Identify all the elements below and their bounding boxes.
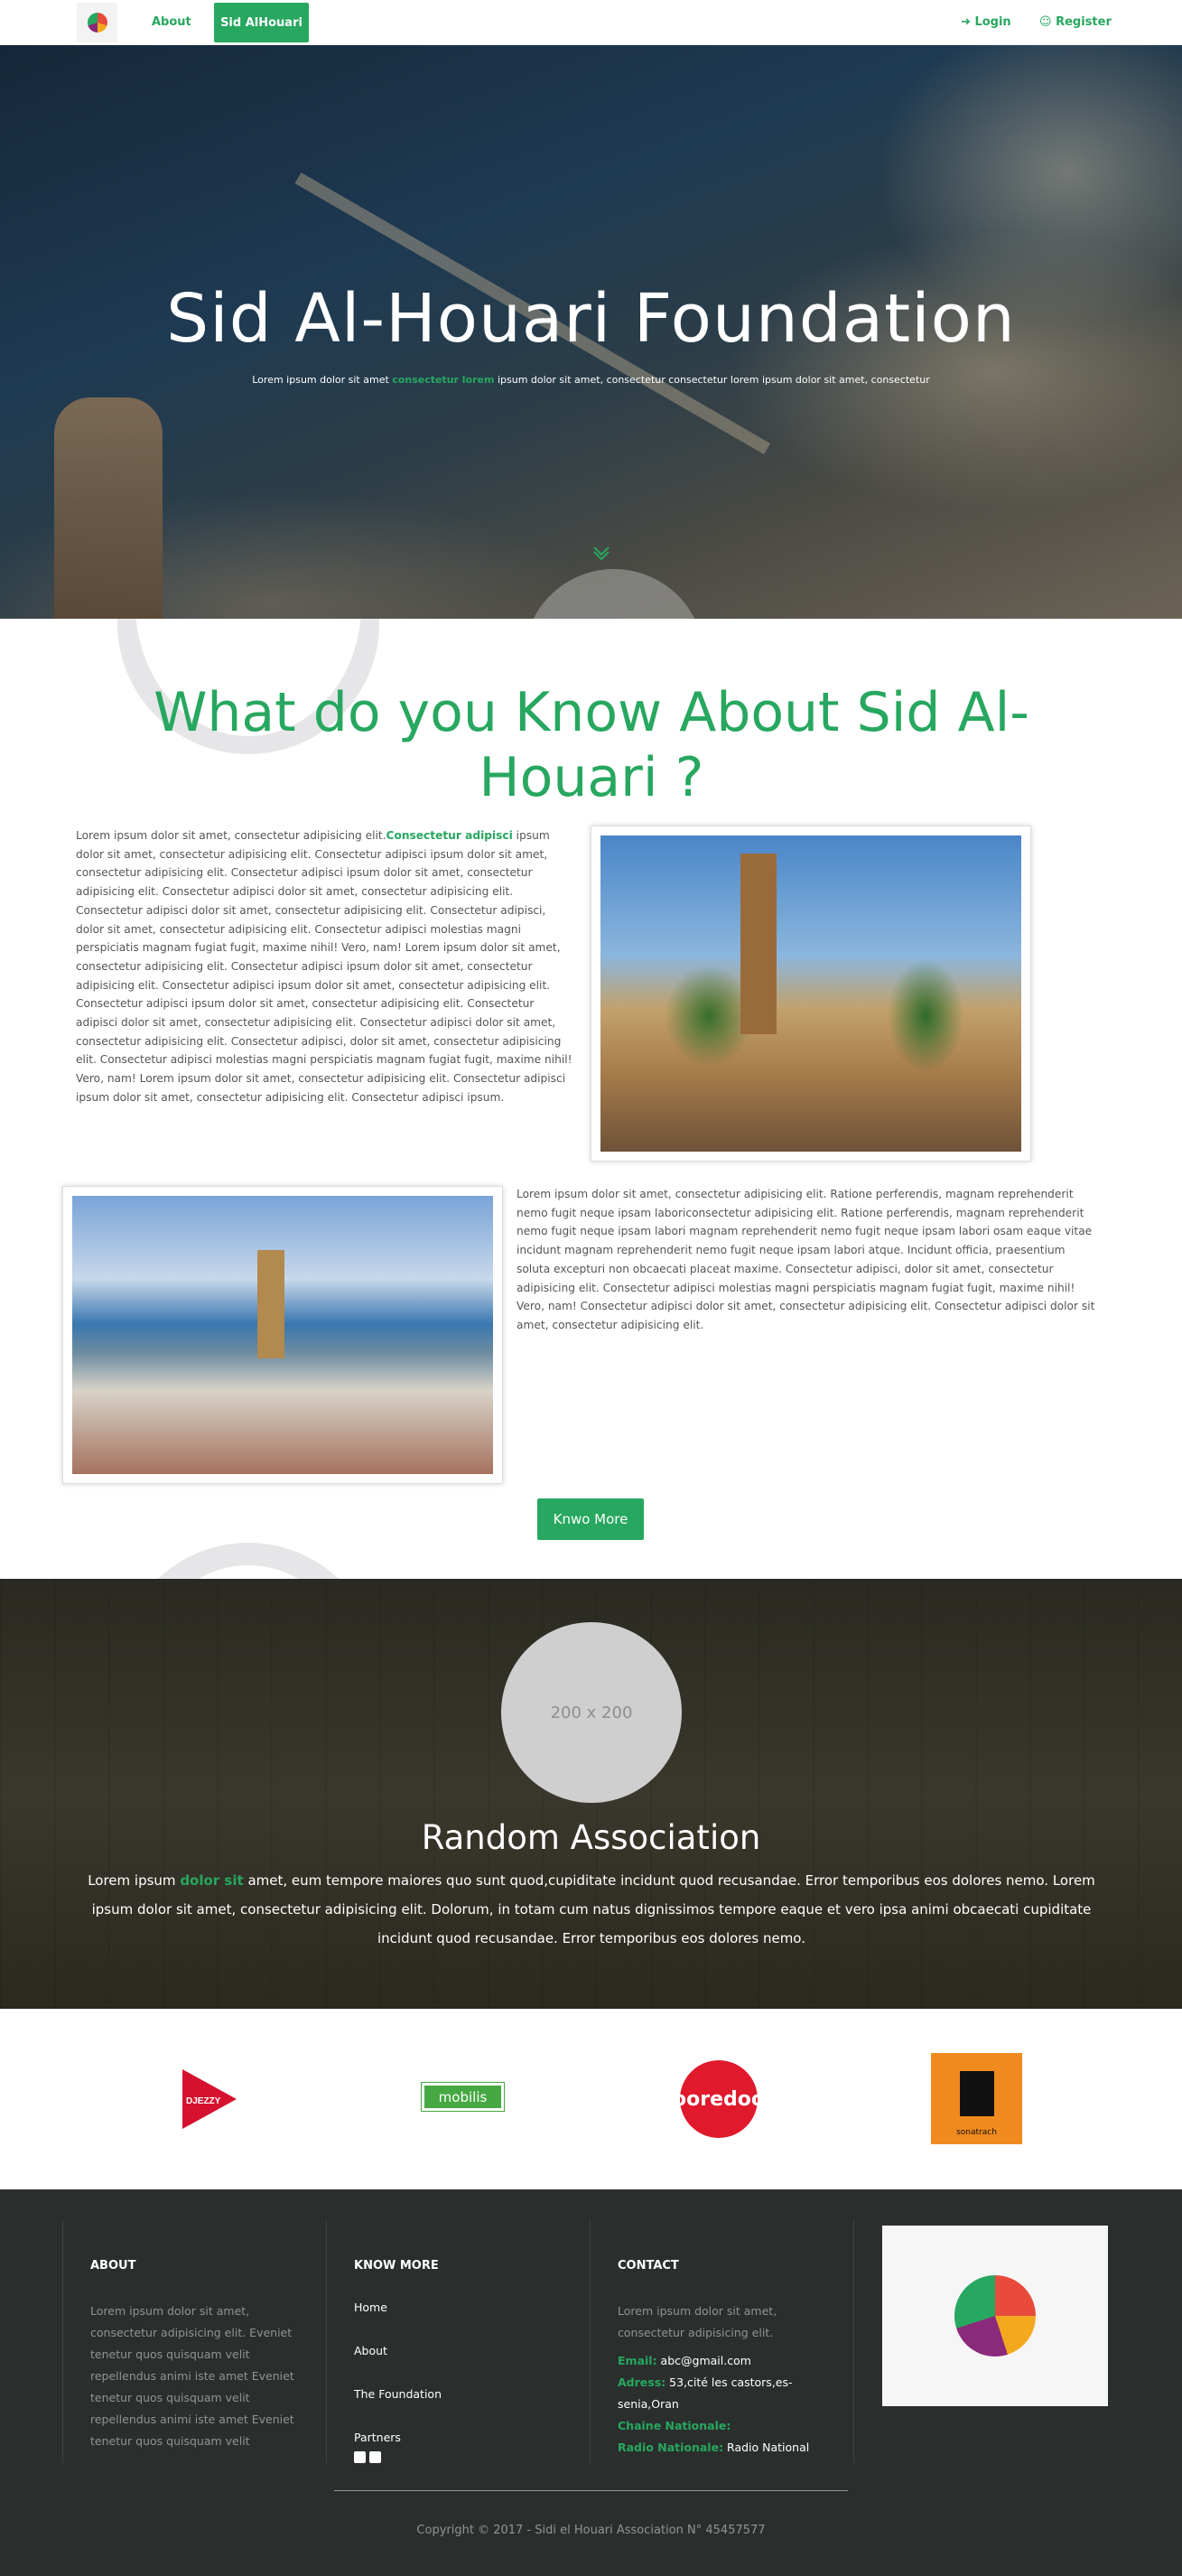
register-link[interactable]: ☺ Register xyxy=(1039,15,1112,29)
footer-links: Home About The Foundation Partners xyxy=(354,2301,442,2474)
hero-subtitle: Lorem ipsum dolor sit amet consectetur l… xyxy=(0,374,1182,386)
user-plus-icon: ☺ xyxy=(1039,15,1052,29)
footer-contact-title: CONTACT xyxy=(618,2259,679,2273)
hero-title: Sid Al-Houari Foundation xyxy=(166,280,1016,358)
copyright-text: Copyright © 2017 - Sidi el Houari Associ… xyxy=(416,2524,766,2537)
know-more-button[interactable]: Knwo More xyxy=(537,1498,644,1540)
association-title: Random Association xyxy=(421,1818,761,1857)
mosque-photo xyxy=(600,835,1021,1152)
djezzy-logo-text: DJEZZY xyxy=(186,2096,221,2106)
email-label: Email: xyxy=(618,2354,657,2367)
sonatrach-logo-text: sonatrach xyxy=(956,2128,997,2137)
sonatrach-mark-icon xyxy=(960,2071,994,2116)
association-section: 200 x 200 Random Association Lorem ipsum… xyxy=(0,1579,1182,2009)
footer-know-more-column: KNOW MORE Home About The Foundation Part… xyxy=(326,2219,590,2463)
hero-subtitle-start: Lorem ipsum dolor sit amet xyxy=(252,374,393,386)
hero-dome-shape xyxy=(524,569,704,619)
church-photo-frame xyxy=(62,1186,503,1484)
association-text-highlight: dolor sit xyxy=(180,1872,244,1889)
contact-radio: Radio Nationale: Radio National xyxy=(618,2437,834,2459)
about-heading: What do you Know About Sid Al-Houari ? xyxy=(154,681,1029,809)
hero-banner: Sid Al-Houari Foundation Lorem ipsum dol… xyxy=(0,45,1182,619)
contact-tv: Chaine Nationale: xyxy=(618,2415,834,2437)
sonatrach-logo[interactable]: sonatrach xyxy=(931,2053,1022,2144)
facebook-icon[interactable] xyxy=(354,2451,366,2463)
footer-separator xyxy=(334,2490,848,2491)
hero-tower-shape xyxy=(54,397,163,619)
association-text: Lorem ipsum dolor sit amet, eum tempore … xyxy=(72,1866,1111,1953)
footer-about-column: ABOUT Lorem ipsum dolor sit amet, consec… xyxy=(62,2219,326,2463)
about-p1-end: ipsum dolor sit amet, consectetur adipis… xyxy=(76,829,572,1104)
footer-contact-info: Email: abc@gmail.com Adress: 53,cité les… xyxy=(618,2350,834,2459)
hero-subtitle-highlight: consectetur lorem xyxy=(392,374,495,386)
sign-in-icon: ➜ xyxy=(961,15,971,29)
minaret-shape xyxy=(740,854,777,1034)
twitter-icon[interactable] xyxy=(369,2451,381,2463)
footer-contact-column: CONTACT Lorem ipsum dolor sit amet, cons… xyxy=(590,2219,853,2463)
footer-about-text: Lorem ipsum dolor sit amet, consectetur … xyxy=(90,2304,294,2448)
association-text-start: Lorem ipsum xyxy=(88,1872,181,1889)
site-footer: ABOUT Lorem ipsum dolor sit amet, consec… xyxy=(0,2189,1182,2576)
footer-contact-text: Lorem ipsum dolor sit amet, consectetur … xyxy=(618,2304,777,2339)
association-avatar: 200 x 200 xyxy=(501,1622,682,1803)
about-paragraph-2: Lorem ipsum dolor sit amet, consectetur … xyxy=(517,1188,1095,1331)
mosque-photo-frame xyxy=(591,826,1031,1162)
djezzy-logo[interactable]: DJEZZY xyxy=(182,2069,237,2129)
about-p1-start: Lorem ipsum dolor sit amet, consectetur … xyxy=(76,829,386,842)
ooredoo-logo[interactable]: ooredoo xyxy=(673,2060,765,2138)
login-label: Login xyxy=(974,15,1011,29)
about-paragraph-1: Lorem ipsum dolor sit amet, consectetur … xyxy=(76,826,572,1107)
logo-link[interactable] xyxy=(77,3,117,42)
footer-link-home[interactable]: Home xyxy=(354,2301,442,2344)
tv-label: Chaine Nationale: xyxy=(618,2419,731,2432)
login-link[interactable]: ➜ Login xyxy=(961,15,1011,29)
hero-subtitle-end: ipsum dolor sit amet, consectetur consec… xyxy=(494,374,930,386)
sponsors-strip: DJEZZY mobilis ooredoo sonatrach xyxy=(0,2009,1182,2189)
contact-email: Email: abc@gmail.com xyxy=(618,2350,834,2372)
avatar-placeholder-label: 200 x 200 xyxy=(550,1703,633,1722)
mobilis-logo[interactable]: mobilis xyxy=(421,2082,505,2112)
church-photo xyxy=(72,1196,493,1474)
about-section: What do you Know About Sid Al-Houari ? L… xyxy=(0,619,1182,1579)
bell-tower-shape xyxy=(257,1250,284,1358)
register-label: Register xyxy=(1056,15,1112,29)
chevron-down-icon[interactable] xyxy=(591,542,611,562)
nav-sid-alhouari-link[interactable]: Sid AlHouari xyxy=(214,3,309,42)
foundation-logo-icon xyxy=(87,13,107,33)
about-p1-highlight: Consectetur adipisci xyxy=(386,829,513,842)
footer-logo xyxy=(882,2226,1108,2406)
footer-about-title: ABOUT xyxy=(90,2259,136,2273)
radio-label: Radio Nationale: xyxy=(618,2441,724,2454)
top-navbar: About Sid AlHouari ➜ Login ☺ Register xyxy=(0,0,1182,975)
footer-link-foundation[interactable]: The Foundation xyxy=(354,2387,442,2431)
contact-address: Adress: 53,cité les castors,es-senia,Ora… xyxy=(618,2372,834,2415)
radio-value: Radio National xyxy=(723,2441,810,2454)
social-links xyxy=(354,2451,381,2463)
footer-know-more-title: KNOW MORE xyxy=(354,2259,439,2273)
foundation-logo-icon xyxy=(954,2275,1036,2357)
footer-link-about[interactable]: About xyxy=(354,2344,442,2387)
email-value[interactable]: abc@gmail.com xyxy=(657,2354,751,2367)
address-label: Adress: xyxy=(618,2375,666,2389)
footer-divider xyxy=(853,2219,854,2463)
